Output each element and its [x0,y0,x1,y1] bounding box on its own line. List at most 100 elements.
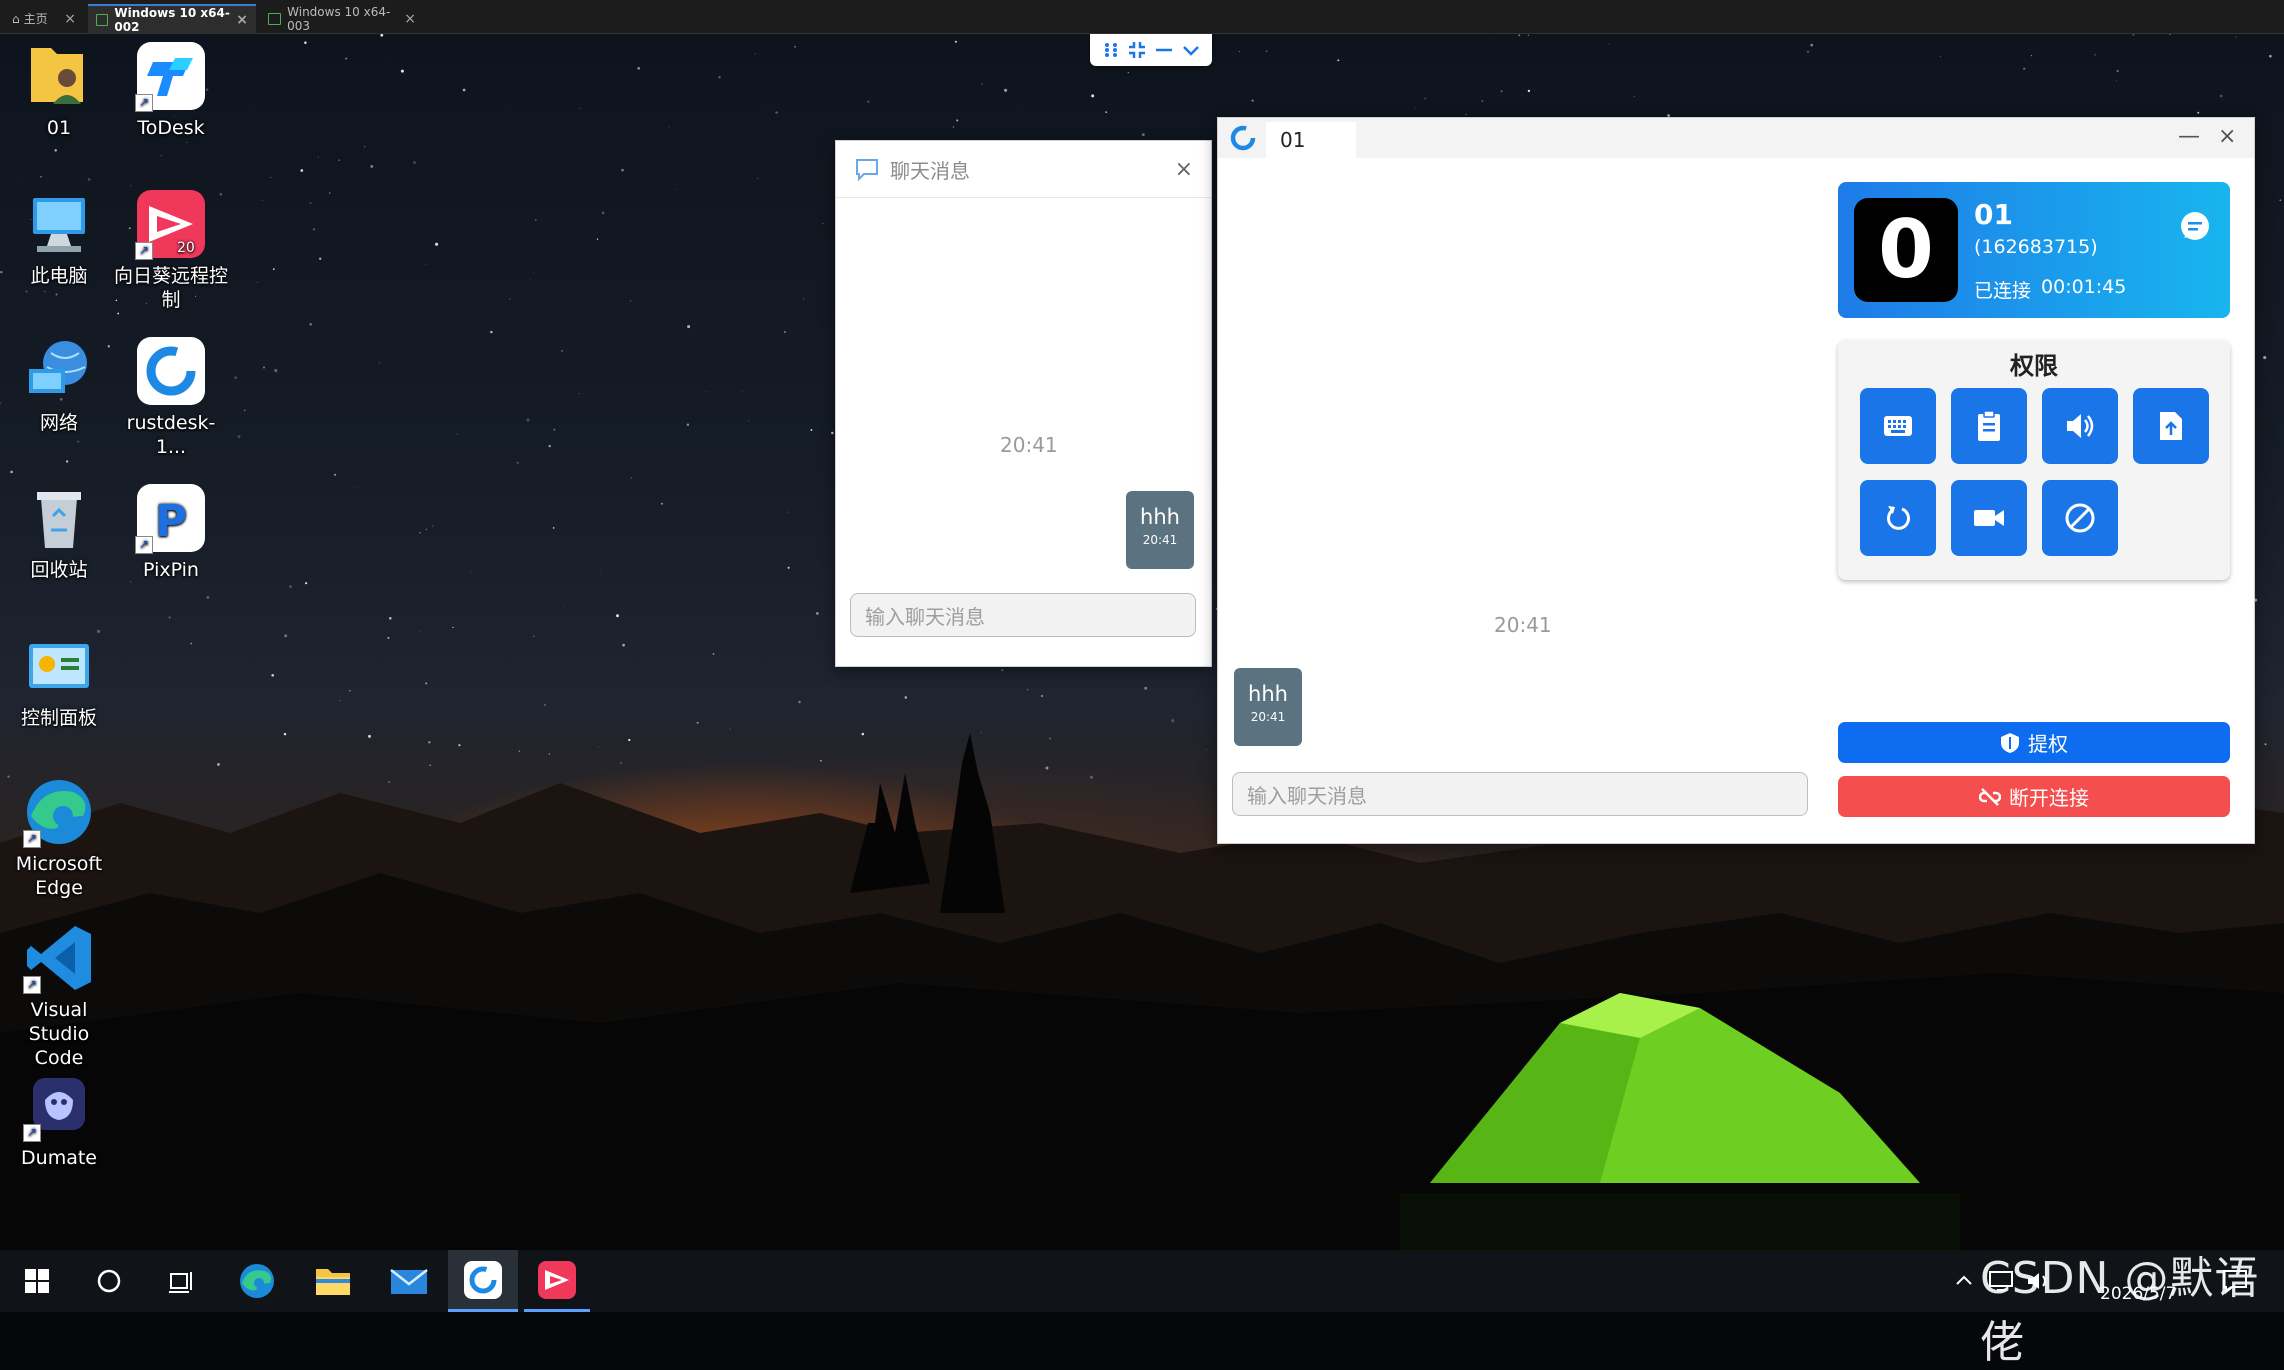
chat-bubble-icon [856,159,878,182]
permission-keyboard-button[interactable] [1860,388,1936,464]
chat-input[interactable]: 输入聊天消息 [1232,772,1808,816]
message-time: 20:41 [1142,533,1178,547]
home-icon: ⌂ [12,11,20,26]
chat-window: 聊天消息 × 20:41 hhh 20:41 输入聊天消息 [835,140,1212,667]
close-icon[interactable]: × [404,11,416,27]
search-button[interactable] [78,1250,140,1312]
desktop-icon-network[interactable]: 网络 [2,335,116,435]
permission-audio-button[interactable] [2042,388,2118,464]
desktop-icon-control-panel[interactable]: 控制面板 [2,630,116,730]
icon-label: 01 [46,117,72,139]
task-view-button[interactable] [150,1250,212,1312]
chat-message-icon[interactable] [2178,210,2212,244]
shortcut-arrow-icon: ↗ [23,830,41,848]
desktop-icon-rustdesk[interactable]: rustdesk-1... [114,335,228,459]
icon-label: PixPin [143,559,199,581]
permission-restart-button[interactable] [1860,480,1936,556]
icon-label: 网络 [39,412,78,434]
svg-text:20: 20 [177,240,195,256]
desktop-icon-todesk[interactable]: ↗ ToDesk [114,40,228,140]
tab-vm-003[interactable]: Windows 10 x64-003 × [260,4,424,33]
minimize-icon[interactable] [1154,40,1174,60]
close-icon[interactable]: × [1175,157,1193,182]
rustdesk-logo-icon [1230,125,1256,151]
clipboard-icon [1978,410,2000,441]
block-input-icon [2065,503,2095,533]
chat-input[interactable]: 输入聊天消息 [850,593,1196,637]
chevron-up-icon[interactable] [1954,1270,1974,1290]
rustdesk-icon [464,1260,502,1299]
tab-label: Windows 10 x64-002 [114,5,230,34]
grip-icon[interactable] [1102,41,1120,59]
keyboard-icon [1884,416,1912,436]
task-view-icon [169,1272,192,1293]
icon-label: Dumate [21,1147,97,1169]
minimize-window-icon[interactable]: — [2178,124,2200,149]
tab-label: 01 [1280,128,1306,152]
chevron-down-icon[interactable] [1181,40,1201,60]
avatar: 0 [1854,198,1958,302]
computer-icon [23,188,95,260]
icon-label: Visual Studio Code [28,999,90,1069]
desktop-icon-edge[interactable]: ↗ Microsoft Edge [2,776,116,900]
edge-icon [240,1264,274,1298]
taskbar-mail[interactable] [378,1250,440,1312]
permission-clipboard-button[interactable] [1951,388,2027,464]
desktop-icon-recycle-bin[interactable]: 回收站 [2,482,116,582]
desktop-icon-01[interactable]: 01 [2,40,116,140]
link-off-icon [1979,787,2001,806]
close-icon[interactable]: × [236,12,248,28]
close-icon[interactable]: × [64,11,76,27]
chat-message-bubble: hhh 20:41 [1234,668,1302,746]
start-button[interactable] [6,1250,68,1312]
desktop-icon-dumate[interactable]: ↗ Dumate [2,1070,116,1170]
recycle-bin-icon [23,482,95,554]
chat-input-placeholder: 输入聊天消息 [1247,783,1367,808]
desktop-icon-this-pc[interactable]: 此电脑 [2,188,116,288]
shortcut-arrow-icon: ↗ [23,1124,41,1142]
shortcut-arrow-icon: ↗ [135,536,153,554]
exit-fullscreen-icon[interactable] [1127,40,1147,60]
close-window-icon[interactable]: × [2218,124,2236,149]
desktop-icon-sunlogin[interactable]: 20 ↗ 向日葵远程控制 [114,188,228,312]
tab-vm-002[interactable]: Windows 10 x64-002 × [88,4,256,34]
svg-text:P: P [155,496,187,547]
taskbar: 2026/5/7 [0,1250,2284,1312]
audio-icon [2067,414,2094,438]
permission-block-input-button[interactable] [2042,480,2118,556]
elevate-button[interactable]: 提权 [1838,722,2230,763]
taskbar-sunlogin[interactable] [524,1250,590,1312]
desktop-icon-vscode[interactable]: ↗ Visual Studio Code [2,922,116,1070]
permission-file-transfer-button[interactable] [2133,388,2209,464]
disconnect-label: 断开连接 [2009,786,2089,810]
todesk-icon: ↗ [135,40,207,112]
disconnect-button[interactable]: 断开连接 [1838,776,2230,817]
rustdesk-icon [135,335,207,407]
sunlogin-icon [538,1260,576,1299]
tab-label: Windows 10 x64-003 [287,4,391,33]
icon-label: Microsoft Edge [15,853,103,899]
permission-recording-button[interactable] [1951,480,2027,556]
taskbar-rustdesk[interactable] [448,1250,518,1312]
status-text: 已连接 [1974,280,2032,302]
chat-timestamp: 20:41 [1494,613,1552,637]
desktop-icon-pixpin[interactable]: P ↗ PixPin [114,482,228,582]
restart-icon [1886,506,1910,530]
chat-input-placeholder: 输入聊天消息 [865,604,985,629]
rustdesk-window: 01 — × 20:41 hhh 20:41 输入聊天消息 0 01 (1626… [1217,117,2255,844]
shield-icon [2001,732,2019,753]
tab-home[interactable]: ⌂ 主页 × [4,4,84,33]
taskbar-edge[interactable] [226,1250,288,1312]
permissions-panel: 权限 [1838,340,2230,580]
permissions-title: 权限 [2010,352,2058,380]
search-circle-icon [97,1269,121,1293]
taskbar-file-explorer[interactable] [302,1250,364,1312]
recording-icon [1974,510,2004,526]
connection-duration: 00:01:45 [2041,276,2127,298]
icon-label: 向日葵远程控制 [114,265,229,311]
csdn-watermark: CSDN @默语佬 [1980,1253,2260,1368]
elevate-label: 提权 [2028,732,2068,756]
icon-label: rustdesk-1... [126,412,216,458]
network-globe-icon [23,335,95,407]
tab-session-01[interactable]: 01 [1266,122,1356,158]
